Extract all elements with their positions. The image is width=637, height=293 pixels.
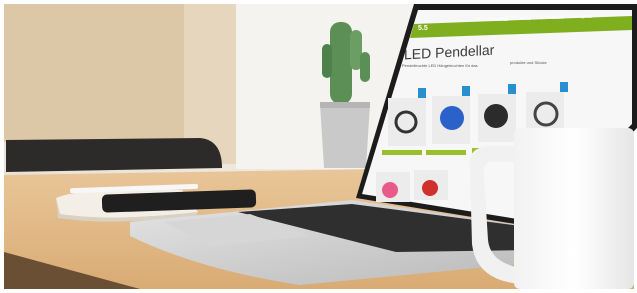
screen-subline-right: produkte und Stücke [510,60,547,65]
screen-subline: Pendelleuchte LED Hängeleuchten für das [402,63,478,68]
photo-scene: 5.5 LED Pendellar LED Decke LED Aussen L… [0,0,637,293]
scene-illustration [0,0,637,293]
screen-logo: 5.5 [418,25,428,32]
screen-nav-item[interactable]: LED Aussen [536,15,564,21]
product-tile[interactable] [388,98,426,146]
screen-nav-item[interactable]: LED Decke [506,16,531,22]
wooden-cabinet [4,4,184,142]
chair [6,138,222,172]
screen-nav-item[interactable]: LED Pendellar [476,17,508,23]
screen-nav-item[interactable]: LED Spots [568,14,592,20]
